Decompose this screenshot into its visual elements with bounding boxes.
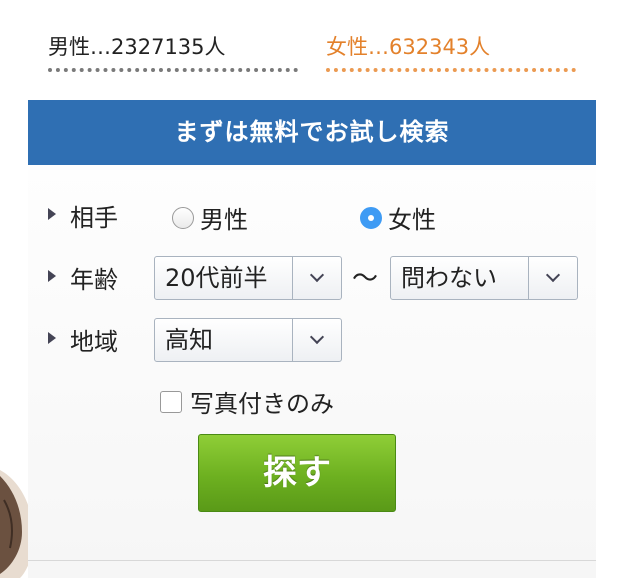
radio-circle-female[interactable] <box>360 206 382 229</box>
age-from-select[interactable]: 20代前半 <box>154 256 342 300</box>
search-panel: まずは無料でお試し検索 相手 男性 女性 年齢 20代前半 〜 問わない 地域 … <box>28 100 596 578</box>
radio-male[interactable]: 男性 <box>172 200 248 235</box>
checkbox-box[interactable] <box>160 390 182 413</box>
arrow-right-icon <box>48 331 56 344</box>
chevron-down-icon[interactable] <box>292 257 341 299</box>
radio-female-label: 女性 <box>388 206 436 234</box>
area-label: 地域 <box>48 322 118 357</box>
partner-label: 相手 <box>48 198 118 233</box>
chevron-down-icon[interactable] <box>528 257 577 299</box>
radio-female[interactable]: 女性 <box>360 200 436 235</box>
divider <box>28 560 596 561</box>
age-label: 年齢 <box>48 260 118 295</box>
radio-circle-male[interactable] <box>172 206 194 229</box>
search-banner: まずは無料でお試し検索 <box>28 100 596 165</box>
age-to-select[interactable]: 問わない <box>390 256 578 300</box>
male-count: 男性…2327135人 <box>48 30 298 72</box>
age-range-separator: 〜 <box>352 264 379 294</box>
area-value: 高知 <box>165 326 213 354</box>
arrow-right-icon <box>48 207 56 220</box>
member-stats: 男性…2327135人 女性…632343人 <box>0 30 634 80</box>
search-button[interactable]: 探す <box>198 434 396 512</box>
age-to-value: 問わない <box>401 264 497 292</box>
photo-only-label: 写真付きのみ <box>190 390 334 418</box>
arrow-right-icon <box>48 269 56 282</box>
area-select[interactable]: 高知 <box>154 318 342 362</box>
chevron-down-icon[interactable] <box>292 319 341 361</box>
radio-male-label: 男性 <box>200 206 248 234</box>
age-from-value: 20代前半 <box>165 264 268 292</box>
female-count: 女性…632343人 <box>326 30 576 72</box>
photo-only-checkbox[interactable]: 写真付きのみ <box>160 384 334 419</box>
